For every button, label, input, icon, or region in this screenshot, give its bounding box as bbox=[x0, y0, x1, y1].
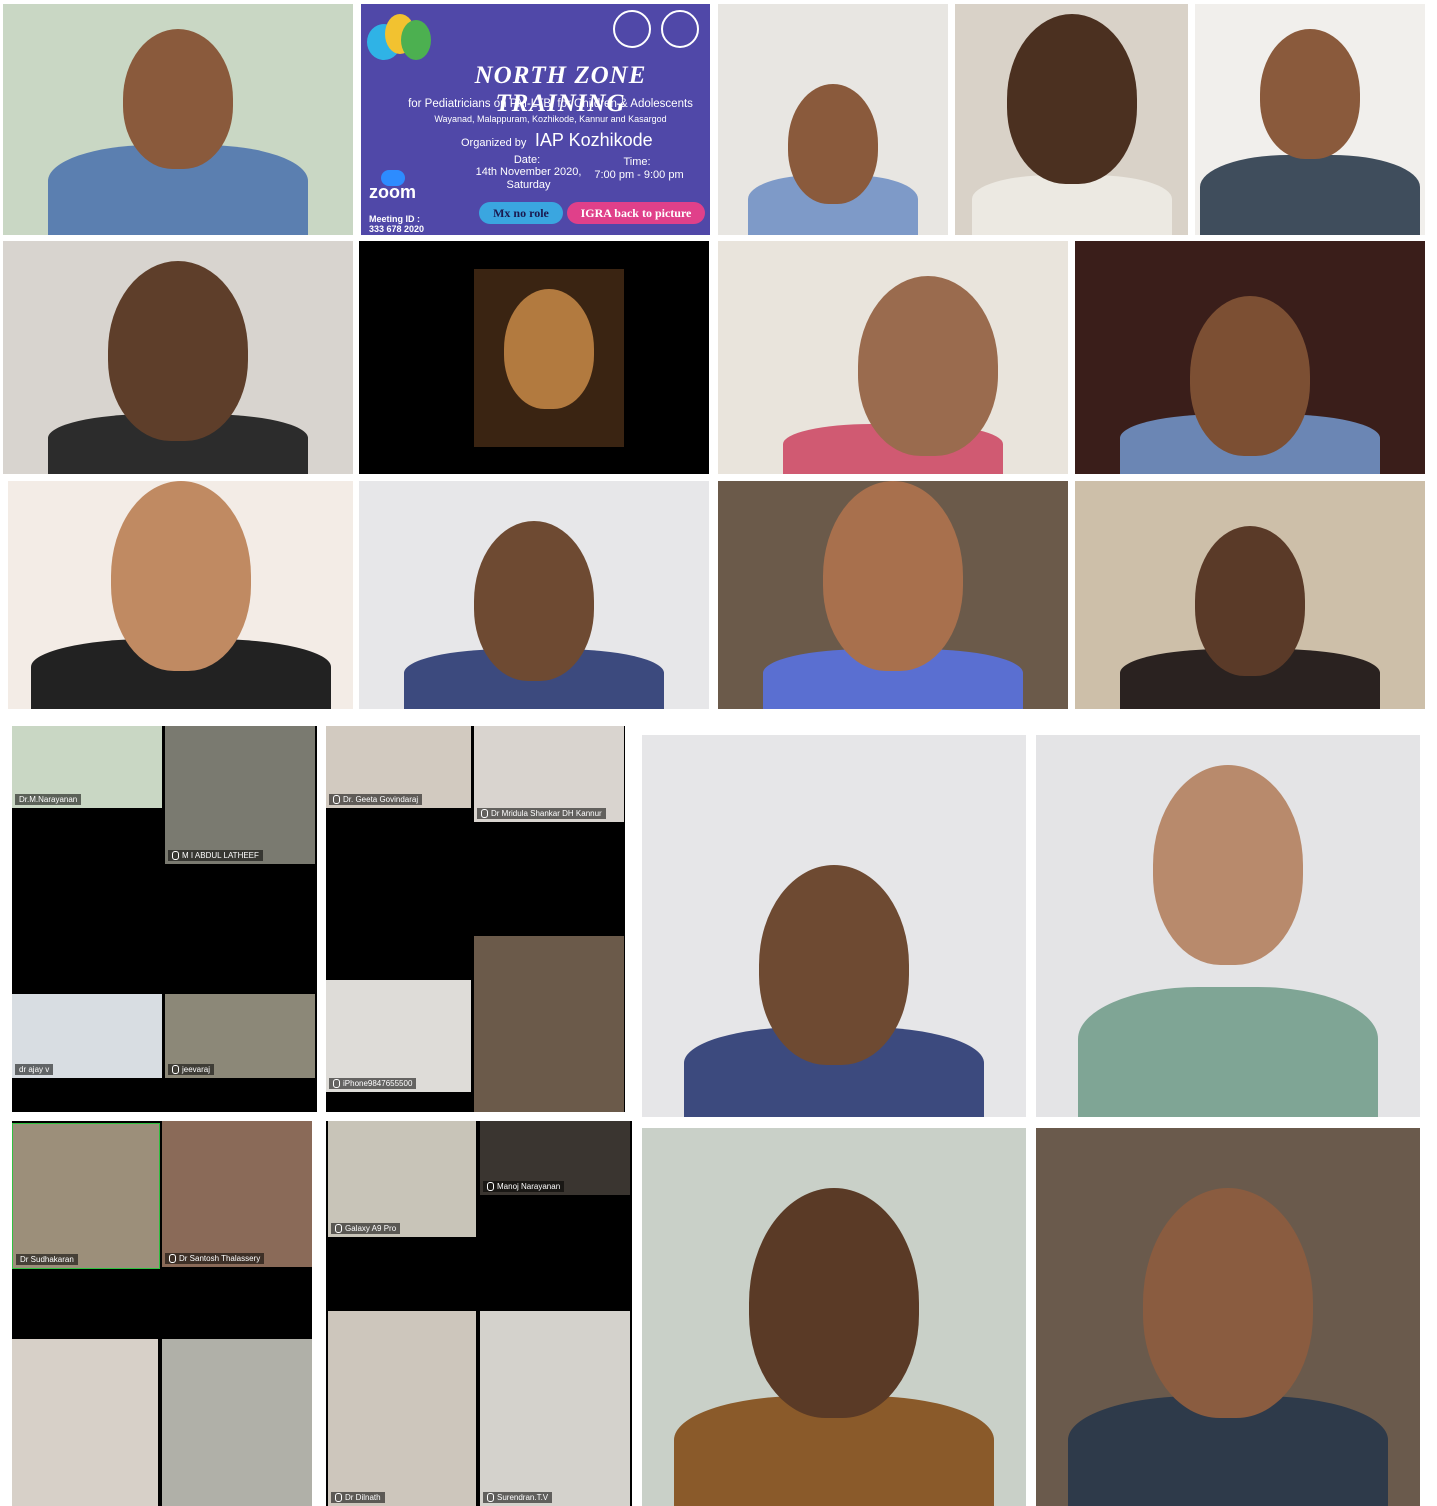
participant-name-label: M I ABDUL LATHEEF bbox=[168, 849, 263, 861]
gallery-tile[interactable]: Dr.M.Narayanan bbox=[12, 726, 162, 808]
microphone-icon bbox=[481, 809, 488, 818]
participant-name-label: Manoj Narayanan bbox=[483, 1180, 565, 1192]
microphone-icon bbox=[333, 1079, 340, 1088]
microphone-icon bbox=[487, 1182, 494, 1191]
participant-name: Dr Dilnath bbox=[345, 1492, 381, 1502]
gallery-tile[interactable]: Dr Mridula Shankar DH Kannur bbox=[474, 726, 624, 822]
gallery-tile[interactable]: Dr Sudhakaran bbox=[12, 1123, 160, 1269]
participant-video-10[interactable] bbox=[359, 481, 709, 709]
day-value: Saturday bbox=[506, 179, 551, 191]
microphone-icon bbox=[172, 851, 179, 860]
participant-video-14[interactable] bbox=[1036, 735, 1420, 1117]
time-label: Time: bbox=[623, 156, 651, 168]
participant-video-2[interactable] bbox=[718, 4, 948, 235]
gallery-tile[interactable]: Galaxy A9 Pro bbox=[328, 1121, 476, 1237]
participant-video-13[interactable] bbox=[642, 735, 1026, 1117]
participant-video-6[interactable] bbox=[359, 241, 709, 474]
participant-video-12[interactable] bbox=[1075, 481, 1425, 709]
gallery-tile[interactable] bbox=[12, 1339, 158, 1506]
microphone-icon bbox=[333, 795, 340, 804]
gallery-tile[interactable]: dr ajay v bbox=[12, 994, 162, 1078]
participant-name: Dr Santosh Thalassery bbox=[179, 1253, 261, 1263]
gallery-tile[interactable]: M I ABDUL LATHEEF bbox=[165, 726, 315, 864]
participant-name-label: jeevaraj bbox=[168, 1063, 215, 1075]
participant-name-label: Dr Santosh Thalassery bbox=[165, 1252, 265, 1264]
participant-name: Manoj Narayanan bbox=[497, 1181, 561, 1191]
gallery-tile[interactable] bbox=[474, 936, 624, 1112]
gallery-tile[interactable] bbox=[162, 1339, 312, 1506]
meeting-id-label: Meeting ID : bbox=[369, 214, 420, 224]
iap-logo bbox=[613, 10, 651, 48]
meeting-id-value: 333 678 2020 bbox=[369, 224, 425, 234]
participant-name-label: Surendran.T.V bbox=[483, 1491, 553, 1503]
zoom-label: zoom bbox=[369, 182, 416, 202]
participant-video-4[interactable] bbox=[1195, 4, 1425, 235]
gallery-view-1: Dr.M.Narayanan M I ABDUL LATHEEF dr ajay… bbox=[12, 726, 317, 1112]
banner-districts: Wayanad, Malappuram, Kozhikode, Kannur a… bbox=[434, 114, 667, 124]
participant-name: jeevaraj bbox=[182, 1064, 211, 1074]
participant-name: Galaxy A9 Pro bbox=[345, 1223, 397, 1233]
gallery-tile[interactable]: Dr. Geeta Govindaraj bbox=[326, 726, 471, 808]
gallery-tile[interactable]: Dr Santosh Thalassery bbox=[162, 1121, 312, 1267]
microphone-icon bbox=[487, 1493, 494, 1502]
participant-video-3[interactable] bbox=[955, 4, 1188, 235]
participant-video-5[interactable] bbox=[3, 241, 353, 474]
participant-video-1[interactable] bbox=[3, 4, 353, 235]
participant-name: M I ABDUL LATHEEF bbox=[182, 850, 259, 860]
microphone-icon bbox=[172, 1065, 179, 1074]
gallery-view-3: Dr Sudhakaran Dr Santosh Thalassery bbox=[12, 1121, 312, 1506]
organized-by: Organized by IAP Kozhikode bbox=[461, 130, 653, 151]
gallery-tile[interactable]: Manoj Narayanan bbox=[480, 1121, 630, 1195]
participant-name-label: iPhone9847655500 bbox=[329, 1077, 417, 1089]
participant-name-label: Galaxy A9 Pro bbox=[331, 1222, 401, 1234]
gallery-view-4: Galaxy A9 Pro Manoj Narayanan Dr Dilnath… bbox=[326, 1121, 632, 1506]
pill-mx-no-role: Mx no role bbox=[479, 202, 563, 224]
participant-video-8[interactable] bbox=[1075, 241, 1425, 474]
participant-video-9[interactable] bbox=[8, 481, 353, 709]
participant-name-label: Dr.M.Narayanan bbox=[15, 794, 82, 805]
participant-name: iPhone9847655500 bbox=[343, 1078, 413, 1088]
participant-video-11[interactable] bbox=[718, 481, 1068, 709]
gallery-view-2: Dr. Geeta Govindaraj Dr Mridula Shankar … bbox=[326, 726, 625, 1112]
gallery-tile[interactable]: jeevaraj bbox=[165, 994, 315, 1078]
participant-video-15[interactable] bbox=[642, 1128, 1026, 1506]
organized-prefix: Organized by bbox=[461, 137, 527, 149]
microphone-icon bbox=[335, 1224, 342, 1233]
participant-video-7[interactable] bbox=[718, 241, 1068, 474]
participant-name-label: Dr Sudhakaran bbox=[16, 1254, 78, 1265]
participant-name-label: Dr Dilnath bbox=[331, 1491, 385, 1503]
gallery-tile[interactable]: Surendran.T.V bbox=[480, 1311, 630, 1506]
time-value: 7:00 pm - 9:00 pm bbox=[594, 169, 684, 181]
logo-heads-graphic bbox=[367, 10, 437, 66]
participant-name-label: Dr Mridula Shankar DH Kannur bbox=[477, 807, 606, 819]
participant-name: Dr Mridula Shankar DH Kannur bbox=[491, 808, 602, 818]
date-label: Date: bbox=[513, 154, 541, 166]
participant-name: Dr. Geeta Govindaraj bbox=[343, 794, 419, 804]
participant-video-16[interactable] bbox=[1036, 1128, 1420, 1506]
participant-name-label: Dr. Geeta Govindaraj bbox=[329, 793, 423, 805]
organizer: IAP Kozhikode bbox=[534, 130, 653, 150]
microphone-icon bbox=[169, 1254, 176, 1263]
participant-name-label: dr ajay v bbox=[15, 1064, 54, 1075]
participant-name: Surendran.T.V bbox=[497, 1492, 549, 1502]
date-value: 14th November 2020, bbox=[475, 166, 582, 178]
gallery-tile[interactable]: iPhone9847655500 bbox=[326, 980, 471, 1092]
gallery-tile[interactable]: Dr Dilnath bbox=[328, 1311, 476, 1506]
state-logo bbox=[661, 10, 699, 48]
pill-igra: IGRA back to picture bbox=[567, 202, 705, 224]
banner-subtitle: for Pediatricians on PM-LTBI for Childre… bbox=[408, 98, 693, 110]
meeting-id: Meeting ID : 333 678 2020 bbox=[369, 214, 424, 234]
event-banner: NORTH ZONE TRAINING for Pediatricians on… bbox=[361, 4, 710, 235]
microphone-icon bbox=[335, 1493, 342, 1502]
